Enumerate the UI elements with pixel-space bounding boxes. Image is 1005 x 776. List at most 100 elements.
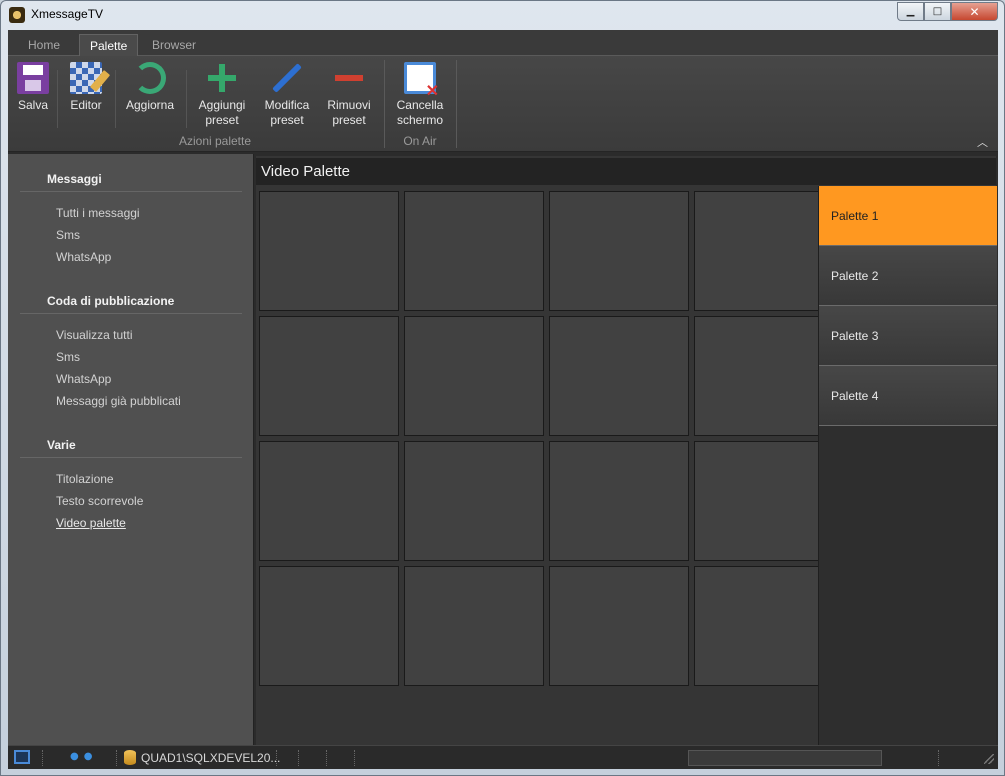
title-bar[interactable]: XmessageTV ▁ □ ✕ <box>1 1 1004 29</box>
ribbon-separator <box>115 70 116 128</box>
refresh-icon <box>134 62 166 94</box>
window-title: XmessageTV <box>31 7 104 21</box>
tab-browser[interactable]: Browser <box>142 34 206 56</box>
palette-list: Palette 1 Palette 2 Palette 3 Palette 4 <box>818 186 997 745</box>
palette-cell[interactable] <box>694 441 819 561</box>
palette-cell[interactable] <box>549 316 689 436</box>
editor-icon <box>70 62 102 94</box>
sidebar-item-coda-sms[interactable]: Sms <box>20 346 242 368</box>
minimize-icon: ▁ <box>906 6 915 17</box>
status-divider <box>326 750 327 766</box>
palette-cell[interactable] <box>404 191 544 311</box>
palette-cell[interactable] <box>549 191 689 311</box>
palette-item-3[interactable]: Palette 3 <box>819 306 997 366</box>
tab-palette[interactable]: Palette <box>79 34 139 56</box>
add-preset-button[interactable]: Aggiungi preset <box>194 62 250 128</box>
palette-cell[interactable] <box>694 566 819 686</box>
add-preset-label-2: preset <box>205 113 239 127</box>
palette-cell[interactable] <box>404 441 544 561</box>
sidebar-section-title: Varie <box>20 438 242 458</box>
remove-preset-label-1: Rimuovi <box>327 98 371 112</box>
window-controls: ▁ □ ✕ <box>897 2 998 21</box>
palette-cell[interactable] <box>259 566 399 686</box>
save-icon <box>17 62 49 94</box>
edit-preset-label-1: Modifica <box>264 98 310 112</box>
clear-screen-icon <box>404 62 439 99</box>
database-icon <box>124 750 136 765</box>
palette-item-4[interactable]: Palette 4 <box>819 366 997 426</box>
clear-screen-label-2: schermo <box>396 113 443 127</box>
status-divider <box>42 750 43 766</box>
ribbon-tabs: Home Palette Browser <box>8 30 998 56</box>
palette-cell[interactable] <box>549 441 689 561</box>
sidebar-section-title: Coda di pubblicazione <box>20 294 242 314</box>
edit-preset-button[interactable]: Modifica preset <box>260 62 314 128</box>
clear-screen-button[interactable]: Cancella schermo <box>392 62 448 128</box>
app-window: XmessageTV ▁ □ ✕ Home Palette Browser Sa… <box>0 0 1005 776</box>
palette-cell[interactable] <box>259 441 399 561</box>
add-preset-label-1: Aggiungi <box>198 98 246 112</box>
maximize-button[interactable]: □ <box>924 2 951 21</box>
ribbon-separator <box>186 70 187 128</box>
resize-grip-icon[interactable] <box>984 754 994 764</box>
sidebar-section-varie: Varie Titolazione Testo scorrevole Video… <box>20 438 242 534</box>
palette-cell[interactable] <box>549 566 689 686</box>
sidebar-item-testo-scorrevole[interactable]: Testo scorrevole <box>20 490 242 512</box>
group-separator <box>384 60 385 148</box>
client-area: Home Palette Browser Salva Editor Aggior… <box>8 30 998 769</box>
plus-icon <box>206 62 238 94</box>
close-icon: ✕ <box>969 4 980 19</box>
tab-home[interactable]: Home <box>18 34 70 56</box>
palette-cell[interactable] <box>404 566 544 686</box>
status-divider <box>298 750 299 766</box>
palette-cell[interactable] <box>694 191 819 311</box>
progress-bar <box>688 750 882 766</box>
monitor-icon[interactable] <box>14 750 30 764</box>
editor-button[interactable]: Editor <box>64 62 108 113</box>
save-button[interactable]: Salva <box>14 62 52 113</box>
ribbon-separator <box>57 70 58 128</box>
editor-label: Editor <box>70 98 102 112</box>
status-divider <box>116 750 117 766</box>
sidebar-item-tutti-i-messaggi[interactable]: Tutti i messaggi <box>20 202 242 224</box>
refresh-button[interactable]: Aggiorna <box>122 62 178 113</box>
status-divider <box>354 750 355 766</box>
page-title: Video Palette <box>256 158 996 185</box>
minus-icon <box>333 62 365 94</box>
sidebar-item-sms[interactable]: Sms <box>20 224 242 246</box>
connection-status-icon: ●● <box>70 751 98 762</box>
sidebar-item-whatsapp[interactable]: WhatsApp <box>20 246 242 268</box>
ribbon-panel: Salva Editor Aggiorna Aggiungi preset Mo… <box>8 56 998 152</box>
sidebar-section-coda: Coda di pubblicazione Visualizza tutti S… <box>20 294 242 412</box>
ribbon-collapse-icon[interactable]: ︿ <box>977 134 988 150</box>
sidebar-item-messaggi-pubblicati[interactable]: Messaggi già pubblicati <box>20 390 242 412</box>
palette-cell[interactable] <box>694 316 819 436</box>
group-separator <box>456 60 457 148</box>
palette-item-1[interactable]: Palette 1 <box>819 186 997 246</box>
group-label-on-air: On Air <box>403 134 437 148</box>
maximize-icon: □ <box>932 6 943 17</box>
sidebar-item-visualizza-tutti[interactable]: Visualizza tutti <box>20 324 242 346</box>
group-label-palette-actions: Azioni palette <box>178 134 252 148</box>
sidebar-section-messaggi: Messaggi Tutti i messaggi Sms WhatsApp <box>20 172 242 268</box>
sidebar-section-title: Messaggi <box>20 172 242 192</box>
sidebar: Messaggi Tutti i messaggi Sms WhatsApp C… <box>8 154 254 745</box>
refresh-label: Aggiorna <box>125 98 175 112</box>
database-connection-label: QUAD1\SQLXDEVEL20... <box>141 751 281 765</box>
palette-cell[interactable] <box>259 316 399 436</box>
edit-preset-label-2: preset <box>270 113 304 127</box>
sidebar-item-coda-whatsapp[interactable]: WhatsApp <box>20 368 242 390</box>
sidebar-item-titolazione[interactable]: Titolazione <box>20 468 242 490</box>
palette-cell[interactable] <box>259 191 399 311</box>
status-divider <box>276 750 277 766</box>
status-divider <box>938 750 939 766</box>
app-icon <box>9 7 25 23</box>
remove-preset-button[interactable]: Rimuovi preset <box>323 62 375 128</box>
close-button[interactable]: ✕ <box>951 2 998 21</box>
main-content: Video Palette Palette 1 Palette 2 Palett… <box>256 156 997 745</box>
palette-cell[interactable] <box>404 316 544 436</box>
palette-item-2[interactable]: Palette 2 <box>819 246 997 306</box>
sidebar-item-video-palette[interactable]: Video palette <box>20 512 242 534</box>
minimize-button[interactable]: ▁ <box>897 2 924 21</box>
pencil-icon <box>271 62 303 94</box>
